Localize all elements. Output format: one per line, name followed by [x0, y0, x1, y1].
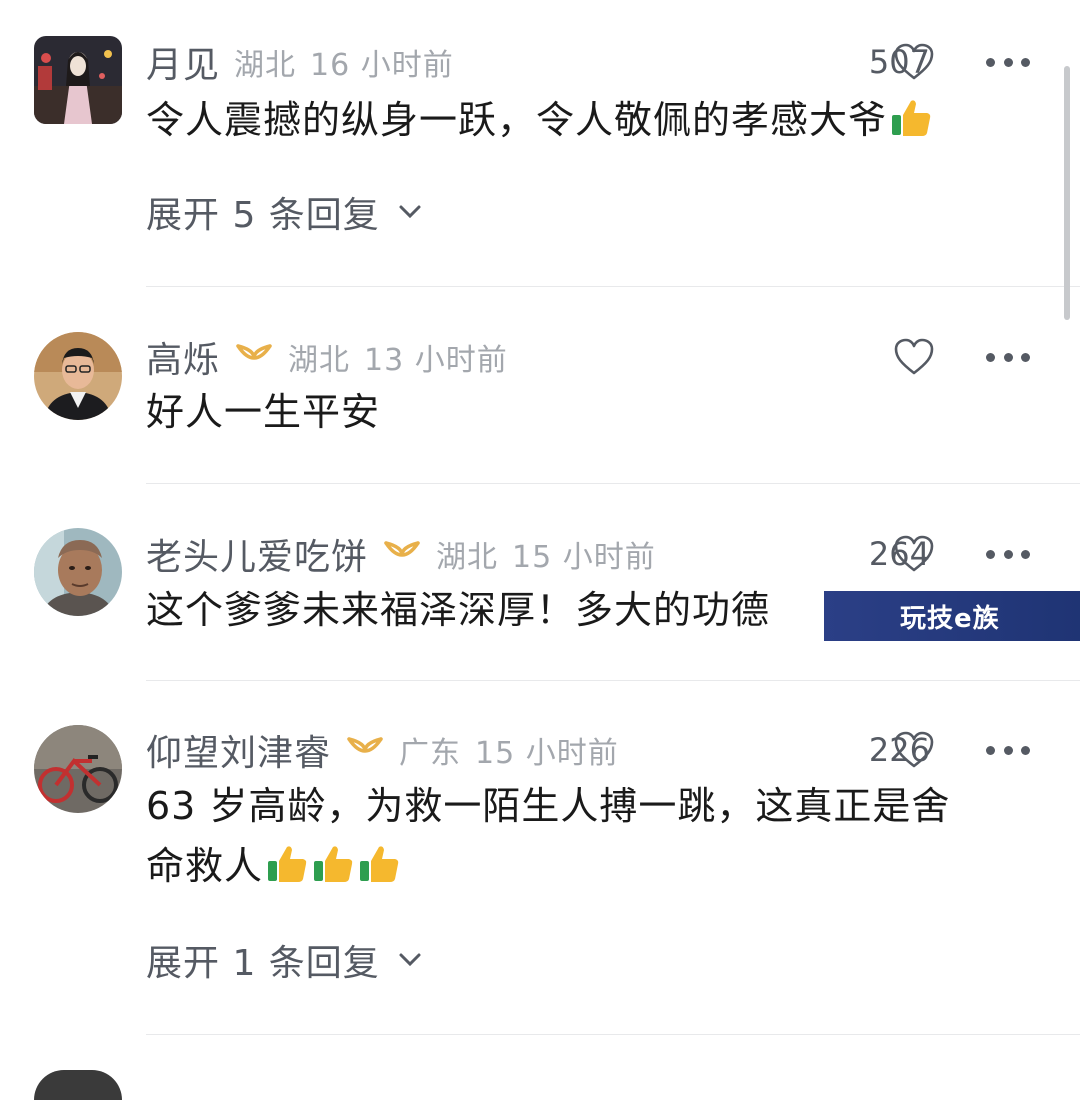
heart-icon[interactable]	[893, 730, 935, 770]
more-options-icon[interactable]	[986, 56, 1030, 68]
avatar[interactable]	[34, 528, 122, 616]
thumbs-up-icon	[889, 95, 933, 139]
comment-text: 令人震撼的纵身一跃，令人敬佩的孝感大爷	[146, 92, 933, 148]
thumbs-up-icon	[265, 841, 309, 885]
comment-text-line-2: 命救人	[146, 838, 401, 894]
thumbs-up-icon	[311, 841, 355, 885]
heart-icon[interactable]	[893, 337, 935, 377]
vip-badge-icon	[382, 539, 422, 569]
divider	[146, 483, 1080, 484]
location: 湖北	[288, 343, 351, 378]
timestamp: 15 小时前	[475, 736, 619, 771]
avatar[interactable]	[34, 725, 122, 813]
watermark-text: 玩技e族	[900, 603, 1000, 634]
avatar[interactable]	[34, 1070, 122, 1100]
location: 湖北	[436, 540, 499, 575]
expand-replies-button[interactable]: 展开 1 条回复	[146, 934, 422, 986]
comment-text: 这个爹爹未来福泽深厚！多大的功德	[146, 588, 771, 632]
more-options-icon[interactable]	[986, 744, 1030, 756]
more-options-icon[interactable]	[986, 548, 1030, 560]
vip-badge-icon	[234, 342, 274, 372]
avatar[interactable]	[34, 36, 122, 124]
divider	[146, 680, 1080, 681]
comment-text-content: 命救人	[146, 844, 264, 888]
heart-icon[interactable]	[893, 42, 935, 82]
comment-header: 高烁 湖北 13 小时前	[146, 333, 508, 381]
comment-text: 好人一生平安	[146, 390, 381, 434]
comment-text-content: 令人震撼的纵身一跃，令人敬佩的孝感大爷	[146, 98, 888, 142]
comment-header: 仰望刘津睿 广东 15 小时前	[146, 726, 619, 774]
location: 湖北	[234, 48, 297, 83]
username[interactable]: 高烁	[146, 331, 220, 383]
location: 广东	[399, 736, 462, 771]
username[interactable]: 仰望刘津睿	[146, 724, 331, 776]
thumbs-up-icon	[357, 841, 401, 885]
comment-header: 老头儿爱吃饼 湖北 15 小时前	[146, 530, 656, 578]
timestamp: 16 小时前	[310, 48, 454, 83]
vip-badge-icon	[345, 735, 385, 765]
comment-text-line-1: 63 岁高龄，为救一陌生人搏一跳，这真正是舍	[146, 784, 951, 828]
chevron-down-icon	[398, 204, 422, 220]
divider	[146, 286, 1080, 287]
comment-header: 月见 湖北 16 小时前	[146, 38, 454, 86]
heart-icon[interactable]	[893, 534, 935, 574]
timestamp: 13 小时前	[364, 343, 508, 378]
username[interactable]: 老头儿爱吃饼	[146, 528, 368, 580]
divider	[146, 1034, 1080, 1035]
chevron-down-icon	[398, 952, 422, 968]
timestamp: 15 小时前	[512, 540, 656, 575]
scrollbar[interactable]	[1064, 66, 1070, 320]
avatar[interactable]	[34, 332, 122, 420]
more-options-icon[interactable]	[986, 351, 1030, 363]
expand-replies-label: 展开 5 条回复	[146, 195, 380, 236]
watermark-banner: 玩技e族	[824, 591, 1080, 641]
expand-replies-button[interactable]: 展开 5 条回复	[146, 186, 422, 238]
username[interactable]: 月见	[146, 36, 220, 88]
expand-replies-label: 展开 1 条回复	[146, 943, 380, 984]
